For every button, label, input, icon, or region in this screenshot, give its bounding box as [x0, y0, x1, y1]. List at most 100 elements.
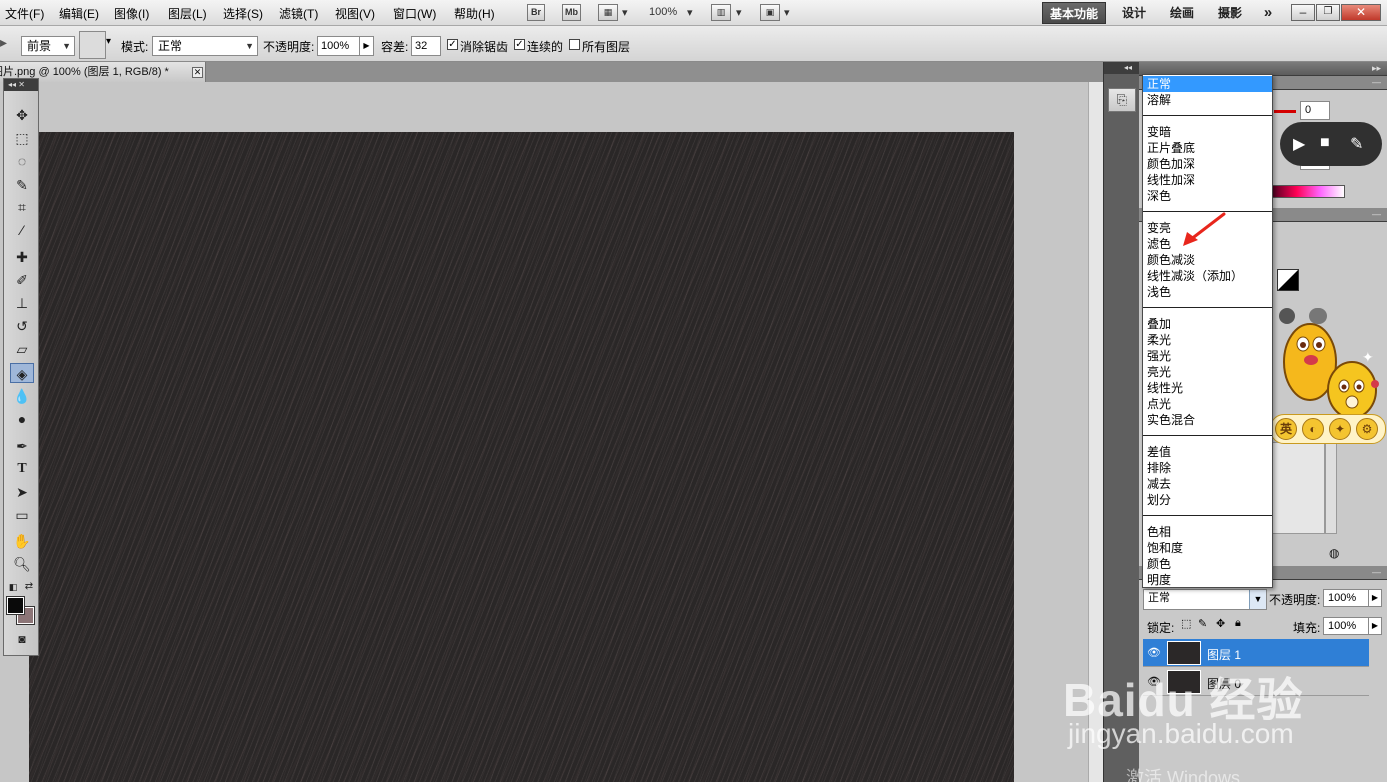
menu-window[interactable]: 窗口(W) — [393, 5, 436, 22]
view-extras-icon[interactable]: ▦ — [598, 4, 618, 21]
healing-brush-tool-icon[interactable]: ✚ — [10, 247, 34, 267]
tolerance-input[interactable]: 32 — [411, 36, 441, 56]
toolbox-header[interactable]: ◂◂ ✕ — [4, 79, 38, 91]
menu-view[interactable]: 视图(V) — [335, 5, 375, 22]
play-icon[interactable]: ▶ — [1293, 134, 1305, 154]
path-selection-tool-icon[interactable]: ➤ — [10, 482, 34, 502]
blend-option[interactable]: 点光 — [1143, 396, 1272, 412]
pen-tool-icon[interactable]: ✒ — [10, 436, 34, 456]
blend-option[interactable]: 亮光 — [1143, 364, 1272, 380]
type-tool-icon[interactable]: T — [10, 459, 34, 479]
all-layers-checkbox[interactable] — [569, 39, 580, 50]
lock-position-icon[interactable]: ✥ — [1216, 617, 1225, 630]
move-tool-icon[interactable]: ✥ — [10, 105, 34, 125]
mascot-butterfly-button[interactable]: ✦ — [1329, 418, 1351, 440]
blend-option[interactable]: 颜色加深 — [1143, 156, 1272, 172]
pen-icon[interactable]: ✎ — [1350, 134, 1363, 154]
menu-filter[interactable]: 滤镜(T) — [279, 5, 318, 22]
blend-option[interactable]: 线性光 — [1143, 380, 1272, 396]
menu-image[interactable]: 图像(I) — [114, 5, 149, 22]
blend-option[interactable]: 线性减淡（添加） — [1143, 268, 1272, 284]
fill-arrow-icon[interactable]: ▶ — [1368, 617, 1382, 635]
mini-bridge-button[interactable]: Mb — [562, 4, 581, 21]
blend-option[interactable]: 浅色 — [1143, 284, 1272, 300]
blend-option[interactable]: 溶解 — [1143, 92, 1272, 108]
menu-layer[interactable]: 图层(L) — [168, 5, 207, 22]
history-brush-tool-icon[interactable]: ↺ — [10, 316, 34, 336]
blend-option[interactable]: 正片叠底 — [1143, 140, 1272, 156]
color-slider[interactable] — [1274, 110, 1296, 113]
styles-scrollbar[interactable] — [1325, 442, 1337, 534]
opacity-input[interactable]: 100% — [317, 36, 360, 56]
menu-edit[interactable]: 编辑(E) — [59, 5, 99, 22]
more-workspaces-icon[interactable]: » — [1256, 2, 1280, 24]
mascot-moon-button[interactable]: ◐ — [1302, 418, 1324, 440]
blend-option[interactable]: 排除 — [1143, 460, 1272, 476]
blend-option[interactable]: 强光 — [1143, 348, 1272, 364]
close-icon[interactable]: ✕ — [192, 67, 203, 78]
menu-file[interactable]: 文件(F) — [5, 5, 44, 22]
workspace-essentials[interactable]: 基本功能 — [1042, 2, 1106, 24]
zoom-level[interactable]: 100% — [649, 6, 677, 18]
arrange-documents-icon[interactable]: ▥ — [711, 4, 731, 21]
blend-option[interactable]: 颜色减淡 — [1143, 252, 1272, 268]
pattern-picker[interactable] — [79, 31, 106, 59]
default-colors-icon[interactable]: ◧ — [6, 577, 20, 597]
invert-adjustment-icon[interactable] — [1277, 269, 1299, 291]
blend-option[interactable]: 变暗 — [1143, 124, 1272, 140]
mode-select[interactable]: 正常 ▼ — [152, 36, 258, 56]
foreground-color-swatch[interactable] — [6, 596, 25, 615]
fill-source-select[interactable]: 前景 ▼ — [21, 36, 75, 56]
fill-input[interactable]: 100% — [1323, 617, 1369, 635]
chevron-down-icon[interactable]: ▾ — [622, 6, 628, 19]
blend-option[interactable]: 柔光 — [1143, 332, 1272, 348]
zoom-tool-icon[interactable]: 🔍︎ — [10, 554, 34, 574]
marquee-tool-icon[interactable]: ⬚ — [10, 128, 34, 148]
lasso-tool-icon[interactable]: ◌ — [10, 151, 34, 171]
layer-row[interactable]: 👁︎ 图层 1 — [1143, 639, 1369, 667]
eraser-tool-icon[interactable]: ▱ — [10, 339, 34, 359]
swap-colors-icon[interactable]: ⇄ — [22, 577, 36, 597]
crop-tool-icon[interactable]: ⌗ — [10, 197, 34, 217]
lock-transparency-icon[interactable]: ⬚ — [1181, 617, 1191, 630]
blend-option[interactable]: 线性加深 — [1143, 172, 1272, 188]
quick-selection-tool-icon[interactable]: ✎ — [10, 175, 34, 195]
color-value-input[interactable]: 0 — [1300, 101, 1330, 120]
brush-tool-icon[interactable]: ✐ — [10, 270, 34, 290]
workspace-photography[interactable]: 摄影 — [1210, 2, 1250, 24]
strip-header[interactable]: ◂◂ — [1104, 62, 1139, 74]
menu-select[interactable]: 选择(S) — [223, 5, 263, 22]
clone-stamp-tool-icon[interactable]: ⊥ — [10, 293, 34, 313]
restore-button[interactable]: ❐ — [1316, 4, 1340, 21]
antialias-checkbox[interactable]: ✓ — [447, 39, 458, 50]
quick-mask-icon[interactable]: ◙ — [10, 629, 34, 649]
visibility-eye-icon[interactable]: 👁︎ — [1147, 646, 1161, 659]
close-button[interactable]: ✕ — [1341, 4, 1381, 21]
blend-option[interactable]: 实色混合 — [1143, 412, 1272, 428]
paint-bucket-tool-icon[interactable]: ◈ — [10, 363, 34, 383]
blend-option[interactable]: 明度 — [1143, 572, 1272, 587]
chevron-down-icon[interactable]: ▾ — [784, 6, 790, 19]
blend-option[interactable]: 差值 — [1143, 444, 1272, 460]
layer-blend-mode-select[interactable]: 正常 ▼ — [1143, 589, 1267, 610]
blend-option[interactable]: 深色 — [1143, 188, 1272, 204]
stop-icon[interactable]: ■ — [1320, 134, 1330, 152]
history-panel-icon[interactable]: ⎘ — [1108, 88, 1136, 112]
color-ramp[interactable] — [1272, 185, 1345, 198]
hand-tool-icon[interactable]: ✋ — [10, 531, 34, 551]
mascot-language-button[interactable]: 英 — [1275, 418, 1297, 440]
blend-option[interactable]: 正常 — [1143, 76, 1272, 92]
rectangle-tool-icon[interactable]: ▭ — [10, 505, 34, 525]
lock-all-icon[interactable]: 🔒︎ — [1235, 617, 1241, 630]
opacity-arrow-icon[interactable]: ▶ — [1368, 589, 1382, 607]
menu-help[interactable]: 帮助(H) — [454, 5, 495, 22]
mascot-settings-button[interactable]: ⚙ — [1356, 418, 1378, 440]
styles-list[interactable] — [1270, 442, 1325, 534]
eyedropper-tool-icon[interactable]: ⁄ — [10, 220, 34, 240]
blur-tool-icon[interactable]: 💧 — [10, 386, 34, 406]
blend-option[interactable]: 饱和度 — [1143, 540, 1272, 556]
screen-mode-icon[interactable]: ▣ — [760, 4, 780, 21]
opacity-slider-arrow-icon[interactable]: ▶ — [359, 36, 374, 56]
workspace-design[interactable]: 设计 — [1114, 2, 1154, 24]
blend-option[interactable]: 叠加 — [1143, 316, 1272, 332]
